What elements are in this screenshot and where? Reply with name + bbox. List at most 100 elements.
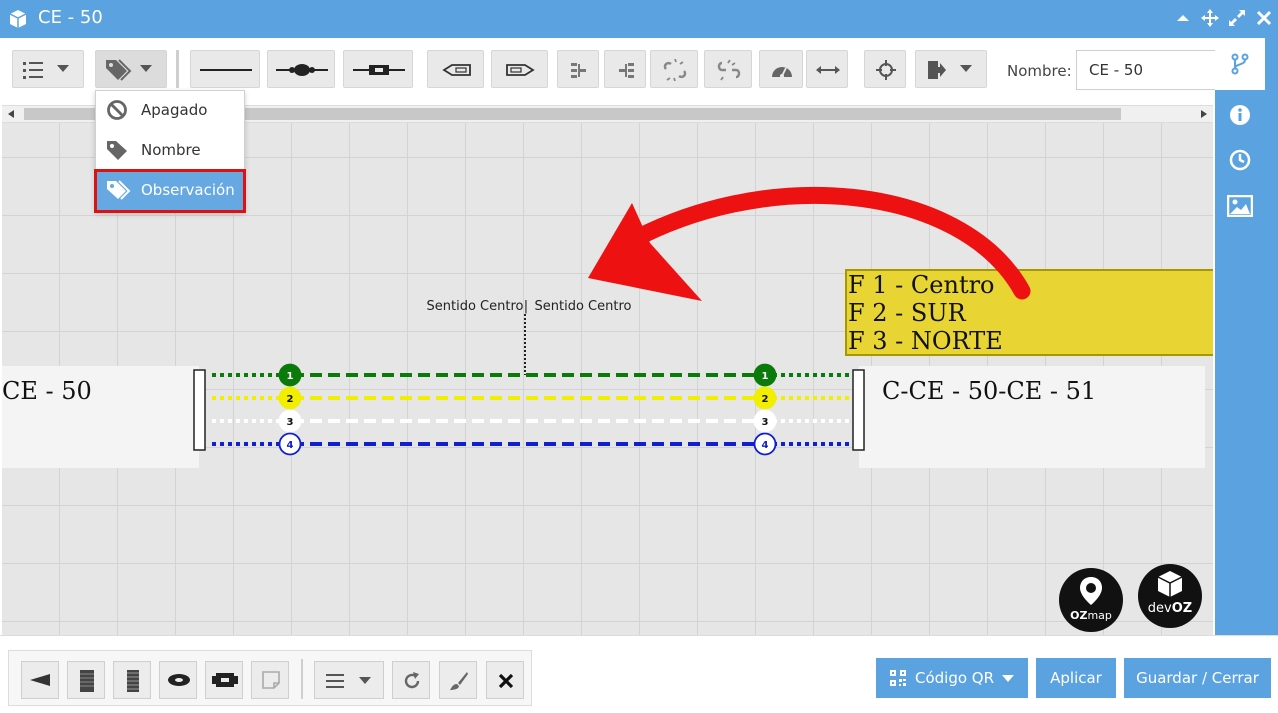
dashboard-icon (772, 67, 792, 78)
line-icon (200, 69, 252, 71)
close-icon (498, 673, 514, 689)
fiber-number: 2 (762, 394, 769, 405)
unlink-button[interactable] (650, 50, 698, 88)
right-sidebar (1215, 38, 1278, 635)
split-right-button[interactable] (604, 50, 646, 88)
close-icon[interactable] (1256, 9, 1272, 31)
splice-icon (276, 64, 328, 76)
observation-line-1: F 1 - Centro (848, 271, 995, 299)
fiber-number: 1 (762, 371, 769, 382)
expand-icon[interactable] (1228, 9, 1246, 31)
tray-icon (80, 670, 94, 692)
menu-item-apagado[interactable]: Apagado (96, 91, 244, 129)
unlink-icon (663, 59, 687, 81)
cable-end-tool-button[interactable] (21, 661, 59, 699)
delete-button[interactable] (486, 661, 524, 699)
export-dropdown-button[interactable] (915, 50, 987, 88)
fiber-number: 3 (762, 417, 769, 428)
sidebar-tab-image[interactable] (1215, 186, 1265, 226)
list-dropdown-button[interactable] (12, 50, 84, 88)
bottom-separator (301, 659, 303, 699)
scroll-left-icon (8, 110, 14, 118)
rotate-button[interactable] (392, 661, 430, 699)
left-cable-end[interactable] (193, 369, 206, 451)
note-tool-button[interactable] (251, 661, 289, 699)
connector-icon (353, 65, 405, 75)
unlink-alt-button[interactable] (704, 50, 752, 88)
sticky-note-icon (262, 671, 280, 689)
collapse-icon[interactable] (1176, 9, 1190, 31)
fiber-group: 1 1 2 2 3 3 4 4 (212, 363, 852, 456)
nombre-input[interactable] (1076, 50, 1215, 90)
move-icon[interactable] (1201, 9, 1219, 31)
chevron-down-icon (140, 65, 152, 72)
label-dropdown-menu: Apagado Nombre Observación (94, 90, 246, 213)
qr-code-label: Código QR (915, 669, 995, 687)
horizontal-resize-button[interactable] (806, 50, 848, 88)
splitter-icon (168, 674, 190, 686)
list-icon (23, 62, 43, 79)
rack-icon (127, 670, 139, 692)
paintbrush-icon (450, 672, 468, 690)
dashboard-button[interactable] (759, 50, 803, 88)
splitter-tool-button[interactable] (159, 661, 197, 699)
sidebar-tab-info[interactable] (1215, 96, 1265, 136)
center-view-button[interactable] (864, 50, 906, 88)
toolbar-separator (176, 50, 179, 88)
apply-button[interactable]: Aplicar (1036, 658, 1116, 698)
direction-label-right: Sentido Centro (535, 299, 632, 314)
align-icon (326, 674, 344, 688)
menu-item-label: Observación (141, 181, 235, 199)
menu-item-label: Apagado (141, 101, 208, 119)
scroll-right-icon (1201, 110, 1207, 118)
split-left-button[interactable] (557, 50, 599, 88)
menu-item-observacion[interactable]: Observación (94, 169, 246, 213)
tags-icon (107, 180, 131, 200)
ban-icon (107, 100, 127, 120)
label-dropdown-button[interactable] (95, 50, 167, 88)
tags-icon (106, 59, 132, 81)
fiber-number: 1 (287, 371, 294, 382)
paint-button[interactable] (439, 661, 477, 699)
line-tool-button[interactable] (190, 50, 260, 88)
chevron-down-icon (57, 65, 69, 72)
direction-separator: | (524, 299, 528, 314)
qr-code-button[interactable]: Código QR (876, 658, 1028, 698)
devoz-logo: devOZ (1138, 564, 1202, 628)
menu-item-label: Nombre (141, 141, 201, 159)
rack-tool-button[interactable] (113, 661, 151, 699)
save-close-button[interactable]: Guardar / Cerrar (1124, 658, 1271, 698)
ozmap-logo: OZmap (1059, 568, 1123, 632)
right-cable-end[interactable] (852, 369, 865, 451)
devoz-text-prefix: dev (1147, 601, 1172, 616)
left-cable-label: CE - 50 (2, 377, 92, 405)
connector-tool-button[interactable] (343, 50, 413, 88)
box-icon (1157, 571, 1183, 597)
chevron-down-icon (359, 677, 371, 684)
cable-end-icon (30, 674, 50, 686)
fiber-left-button[interactable] (427, 50, 484, 88)
chevron-down-icon (1002, 675, 1014, 682)
fiber-right-button[interactable] (491, 50, 548, 88)
title-bar: CE - 50 (0, 0, 1278, 38)
menu-item-nombre[interactable]: Nombre (96, 131, 244, 169)
sidebar-tab-history[interactable] (1215, 140, 1265, 180)
map-pin-icon (1080, 577, 1102, 605)
arrows-horizontal-icon (816, 66, 840, 74)
align-dropdown-button[interactable] (314, 661, 384, 699)
right-cable-label: C-CE - 50-CE - 51 (882, 377, 1096, 405)
save-close-label: Guardar / Cerrar (1136, 669, 1259, 687)
splice-tool-button[interactable] (267, 50, 335, 88)
observation-line-2: F 2 - SUR (848, 299, 967, 327)
ozmap-text-bold: OZ (1070, 609, 1088, 622)
adapter-icon (212, 673, 238, 687)
bottom-bar: Código QR Aplicar Guardar / Cerrar (0, 635, 1278, 713)
chevron-down-icon (960, 65, 972, 72)
split-left-icon (571, 63, 586, 78)
sidebar-tab-branch[interactable] (1215, 38, 1265, 90)
direction-label-left: Sentido Centro (427, 299, 524, 314)
adapter-tool-button[interactable] (205, 661, 243, 699)
devoz-text-bold: OZ (1171, 601, 1193, 616)
redo-icon (404, 672, 420, 689)
tray-tool-button[interactable] (67, 661, 105, 699)
